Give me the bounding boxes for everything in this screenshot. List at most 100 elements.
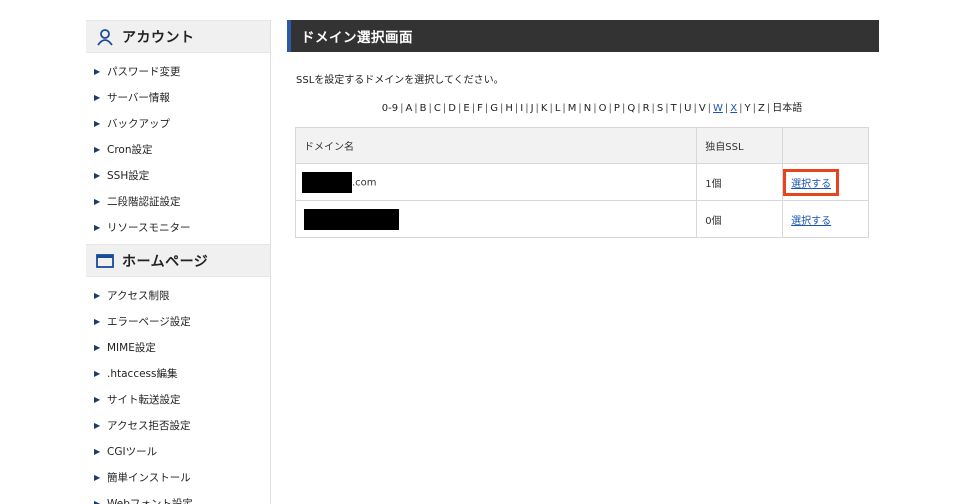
- alphabet-separator: |: [693, 103, 697, 114]
- ssl-count-cell: 0個: [696, 200, 784, 238]
- alphabet-filter-P: P: [613, 103, 620, 114]
- chevron-right-icon: ▶: [94, 118, 101, 128]
- alphabet-separator: |: [678, 103, 683, 114]
- alphabet-filter-G: G: [490, 103, 498, 114]
- alphabet-separator: |: [428, 103, 432, 114]
- main-content: ドメイン選択画面 SSLを設定するドメインを選択してください。 0-9 | A | B |…: [287, 20, 879, 238]
- sidebar-item-htaccess[interactable]: ▶ .htaccess編集: [86, 360, 270, 386]
- action-cell: 選択する: [782, 200, 869, 238]
- sidebar-item-resource-monitor[interactable]: ▶ リソースモニター: [86, 214, 270, 240]
- chevron-right-icon: ▶: [94, 66, 101, 76]
- column-header-domain: ドメイン名: [294, 127, 698, 164]
- ssl-count-cell: 1個: [696, 163, 784, 201]
- alphabet-separator: |: [608, 103, 612, 114]
- domain-table: ドメイン名 独自SSL .com 1個 選択する 0個 選択する: [294, 127, 869, 238]
- alphabet-separator: |: [471, 103, 476, 114]
- sidebar-item-server-info[interactable]: ▶ サーバー情報: [86, 84, 270, 110]
- alphabet-separator: |: [637, 103, 641, 114]
- redacted-block: [302, 171, 352, 193]
- table-row: 0個 選択する: [294, 200, 869, 238]
- alphabet-filter-N: N: [583, 103, 592, 114]
- alphabet-filter-T: T: [670, 103, 677, 114]
- alphabet-separator: |: [499, 103, 504, 114]
- alphabet-filter-B: B: [419, 103, 427, 114]
- chevron-right-icon: ▶: [94, 446, 101, 456]
- alphabet-filter: 0-9 | A | B | C | D | E | F | G | H | I | J | K | L | M | N | O | P | Q | R |…: [287, 99, 879, 114]
- alphabet-filter-Q: Q: [627, 103, 636, 114]
- alphabet-filter-J: J: [530, 103, 534, 114]
- sidebar-item-easy-install[interactable]: ▶ 簡単インストール: [86, 464, 270, 490]
- alphabet-separator: |: [651, 103, 655, 114]
- sidebar-item-web-font[interactable]: ▶ Webフォント設定: [86, 490, 270, 504]
- action-cell: 選択する: [782, 163, 869, 201]
- sidebar-item-access-deny[interactable]: ▶ アクセス拒否設定: [86, 412, 270, 438]
- chevron-right-icon: ▶: [94, 222, 101, 232]
- alphabet-filter-V: V: [698, 103, 706, 114]
- alphabet-filter-E: E: [463, 103, 470, 114]
- select-domain-link[interactable]: 選択する: [791, 216, 831, 227]
- alphabet-separator: |: [535, 103, 539, 114]
- alphabet-separator: |: [562, 103, 566, 114]
- alphabet-filter-K: K: [540, 103, 548, 114]
- chevron-right-icon: ▶: [94, 368, 101, 378]
- chevron-right-icon: ▶: [94, 170, 101, 180]
- chevron-right-icon: ▶: [94, 92, 101, 102]
- alphabet-separator: |: [621, 103, 626, 114]
- alphabet-filter-日本語: 日本語: [772, 103, 803, 114]
- alphabet-separator: |: [665, 103, 669, 114]
- table-row: .com 1個 選択する: [294, 163, 869, 201]
- sidebar-item-cron[interactable]: ▶ Cron設定: [86, 136, 270, 162]
- select-domain-link[interactable]: 選択する: [791, 179, 831, 190]
- alphabet-separator: |: [514, 103, 519, 114]
- chevron-right-icon: ▶: [94, 342, 101, 352]
- alphabet-separator: |: [707, 103, 712, 114]
- table-header-row: ドメイン名 独自SSL: [294, 127, 869, 164]
- page-title-bar: ドメイン選択画面: [287, 20, 879, 52]
- sidebar-item-site-redirect[interactable]: ▶ サイト転送設定: [86, 386, 270, 412]
- nav-list-homepage: ▶ アクセス制限 ▶ エラーページ設定 ▶ MIME設定 ▶ .htaccess編集 ▶…: [86, 277, 270, 504]
- alphabet-filter-I: I: [520, 103, 524, 114]
- section-title: アカウント: [122, 29, 195, 46]
- sidebar-item-password[interactable]: ▶ パスワード変更: [86, 58, 270, 84]
- alphabet-filter-X[interactable]: X: [730, 103, 737, 114]
- browser-window-icon: [96, 252, 114, 270]
- section-title: ホームページ: [122, 253, 209, 270]
- chevron-right-icon: ▶: [94, 316, 101, 326]
- alphabet-filter-D: D: [448, 103, 456, 114]
- alphabet-separator: |: [578, 103, 582, 114]
- sidebar: アカウント ▶ パスワード変更 ▶ サーバー情報 ▶ バックアップ ▶ Cron設定 ▶…: [86, 20, 271, 504]
- chevron-right-icon: ▶: [94, 420, 101, 430]
- alphabet-filter-H: H: [505, 103, 513, 114]
- chevron-right-icon: ▶: [94, 196, 101, 206]
- page-description: SSLを設定するドメインを選択してください。: [296, 75, 504, 86]
- section-header-homepage: ホームページ: [86, 244, 270, 277]
- domain-suffix: .com: [352, 177, 377, 188]
- alphabet-filter-F: F: [477, 103, 483, 114]
- sidebar-item-mime[interactable]: ▶ MIME設定: [86, 334, 270, 360]
- chevron-right-icon: ▶: [94, 472, 101, 482]
- chevron-right-icon: ▶: [94, 498, 101, 504]
- chevron-right-icon: ▶: [94, 394, 101, 404]
- alphabet-separator: |: [484, 103, 489, 114]
- sidebar-item-cgi-tools[interactable]: ▶ CGIツール: [86, 438, 270, 464]
- alphabet-filter-W[interactable]: W: [713, 103, 723, 114]
- section-header-account: アカウント: [86, 20, 270, 53]
- alphabet-separator: |: [457, 103, 462, 114]
- alphabet-filter-Z: Z: [758, 103, 765, 114]
- sidebar-item-error-page[interactable]: ▶ エラーページ設定: [86, 308, 270, 334]
- alphabet-filter-M: M: [567, 103, 577, 114]
- alphabet-separator: |: [593, 103, 597, 114]
- column-header-ssl: 独自SSL: [696, 127, 784, 164]
- user-icon: [96, 28, 114, 46]
- sidebar-item-ssh[interactable]: ▶ SSH設定: [86, 162, 270, 188]
- domain-cell: [294, 200, 698, 238]
- domain-cell: .com: [294, 163, 698, 201]
- alphabet-separator: |: [739, 103, 743, 114]
- sidebar-item-backup[interactable]: ▶ バックアップ: [86, 110, 270, 136]
- alphabet-separator: |: [442, 103, 447, 114]
- sidebar-item-access-restriction[interactable]: ▶ アクセス制限: [86, 282, 270, 308]
- sidebar-item-2fa[interactable]: ▶ 二段階認証設定: [86, 188, 270, 214]
- alphabet-separator: |: [525, 103, 529, 114]
- nav-list-account: ▶ パスワード変更 ▶ サーバー情報 ▶ バックアップ ▶ Cron設定 ▶ SSH設定 …: [86, 53, 270, 244]
- chevron-right-icon: ▶: [94, 144, 101, 154]
